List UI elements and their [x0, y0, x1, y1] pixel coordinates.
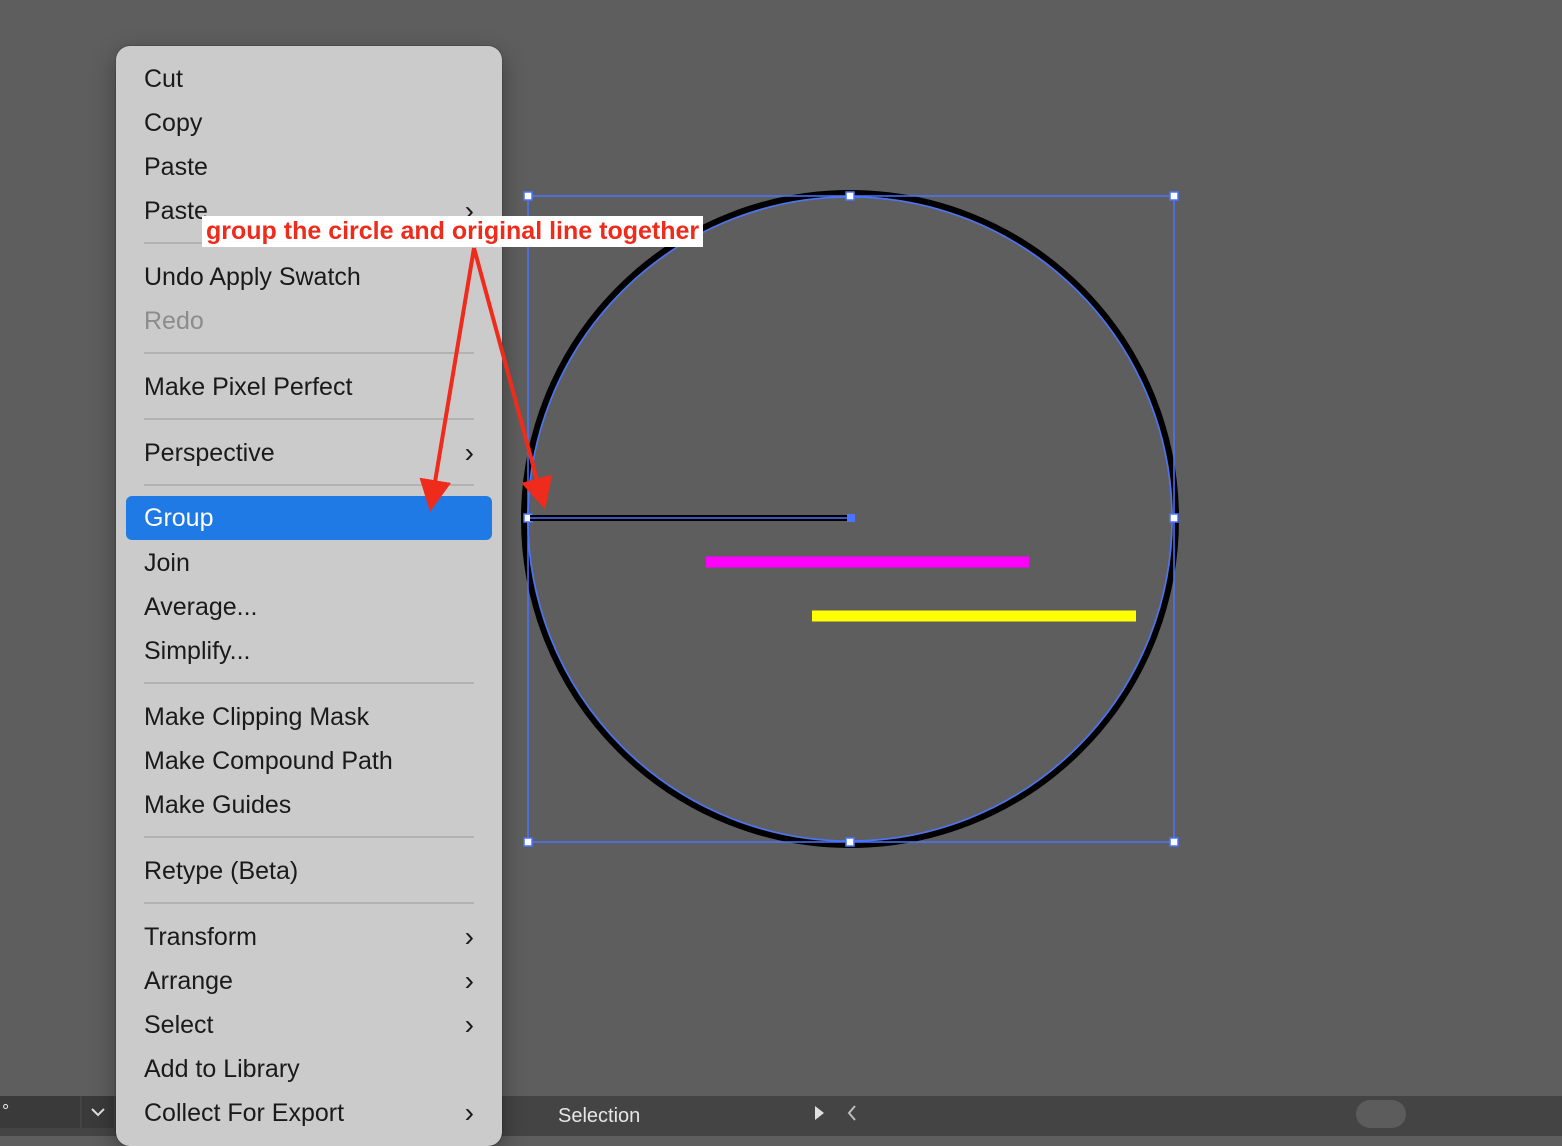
chevron-down-icon [91, 1108, 105, 1117]
handle-top-center [845, 191, 855, 201]
chevron-left-icon [847, 1105, 856, 1121]
line-anchor-point[interactable] [847, 514, 855, 522]
menu-item-label: Make Guides [144, 791, 292, 819]
handle-bottom-left [523, 837, 533, 847]
menu-item-group[interactable]: Group [126, 496, 492, 540]
chevron-right-icon: › [464, 1097, 474, 1128]
menu-item-make-clipping-mask[interactable]: Make Clipping Mask [126, 695, 492, 739]
menu-item-redo: Redo [126, 299, 492, 343]
menu-item-copy[interactable]: Copy [126, 101, 492, 145]
menu-item-label: Add to Library [144, 1055, 300, 1083]
menu-item-make-compound-path[interactable]: Make Compound Path [126, 739, 492, 783]
chevron-right-icon: › [464, 965, 474, 996]
menu-item-label: Paste [144, 153, 208, 181]
menu-item-join[interactable]: Join [126, 541, 492, 585]
menu-item-cut[interactable]: Cut [126, 57, 492, 101]
status-prev-button[interactable] [838, 1096, 864, 1128]
menu-item-make-pixel-perfect[interactable]: Make Pixel Perfect [126, 365, 492, 409]
menu-item-label: Undo Apply Swatch [144, 263, 361, 291]
menu-item-average[interactable]: Average... [126, 585, 492, 629]
menu-item-label: Cut [144, 65, 183, 93]
menu-item-label: Transform [144, 923, 257, 951]
menu-item-label: Copy [144, 109, 203, 137]
menu-separator [144, 682, 474, 684]
menu-item-make-guides[interactable]: Make Guides [126, 783, 492, 827]
handle-top-right [1169, 191, 1179, 201]
horizontal-scrollbar-thumb[interactable] [1356, 1100, 1406, 1128]
menu-item-label: Select [144, 1011, 214, 1039]
handle-bottom-right [1169, 837, 1179, 847]
play-icon [815, 1106, 824, 1120]
menu-item-label: Average... [144, 593, 258, 621]
status-play-button[interactable] [806, 1096, 832, 1128]
menu-item-collect-for-export[interactable]: Collect For Export › [126, 1091, 492, 1135]
chevron-right-icon: › [464, 437, 474, 468]
menu-item-label: Group [144, 504, 214, 532]
rotation-field[interactable]: ° [0, 1096, 80, 1128]
menu-item-label: Make Compound Path [144, 747, 393, 775]
menu-item-label: Collect For Export [144, 1099, 345, 1127]
menu-separator [144, 352, 474, 354]
menu-item-select[interactable]: Select › [126, 1003, 492, 1047]
menu-item-label: Arrange [144, 967, 233, 995]
context-menu: Cut Copy Paste Paste › Undo Apply Swatch … [116, 46, 502, 1146]
menu-item-perspective[interactable]: Perspective › [126, 431, 492, 475]
menu-item-paste[interactable]: Paste [126, 145, 492, 189]
annotation-label: group the circle and original line toget… [202, 216, 704, 247]
chevron-right-icon: › [464, 921, 474, 952]
menu-item-undo[interactable]: Undo Apply Swatch [126, 255, 492, 299]
menu-item-label: Paste [144, 197, 208, 225]
menu-item-label: Make Pixel Perfect [144, 373, 353, 401]
menu-separator [144, 484, 474, 486]
status-tool-label[interactable]: Selection [502, 1096, 802, 1128]
menu-item-label: Perspective [144, 439, 275, 467]
menu-item-label: Retype (Beta) [144, 857, 299, 885]
menu-item-simplify[interactable]: Simplify... [126, 629, 492, 673]
handle-bottom-center [845, 837, 855, 847]
rotation-dropdown-button[interactable] [82, 1096, 114, 1128]
handle-top-left [523, 191, 533, 201]
menu-separator [144, 836, 474, 838]
menu-item-label: Make Clipping Mask [144, 703, 370, 731]
menu-item-add-to-library[interactable]: Add to Library [126, 1047, 492, 1091]
menu-item-retype[interactable]: Retype (Beta) [126, 849, 492, 893]
menu-separator [144, 902, 474, 904]
chevron-right-icon: › [464, 1009, 474, 1040]
menu-item-label: Join [144, 549, 190, 577]
menu-item-label: Redo [144, 307, 204, 335]
handle-middle-right [1169, 513, 1179, 523]
menu-separator [144, 418, 474, 420]
menu-item-label: Simplify... [144, 637, 251, 665]
menu-item-arrange[interactable]: Arrange › [126, 959, 492, 1003]
menu-item-transform[interactable]: Transform › [126, 915, 492, 959]
